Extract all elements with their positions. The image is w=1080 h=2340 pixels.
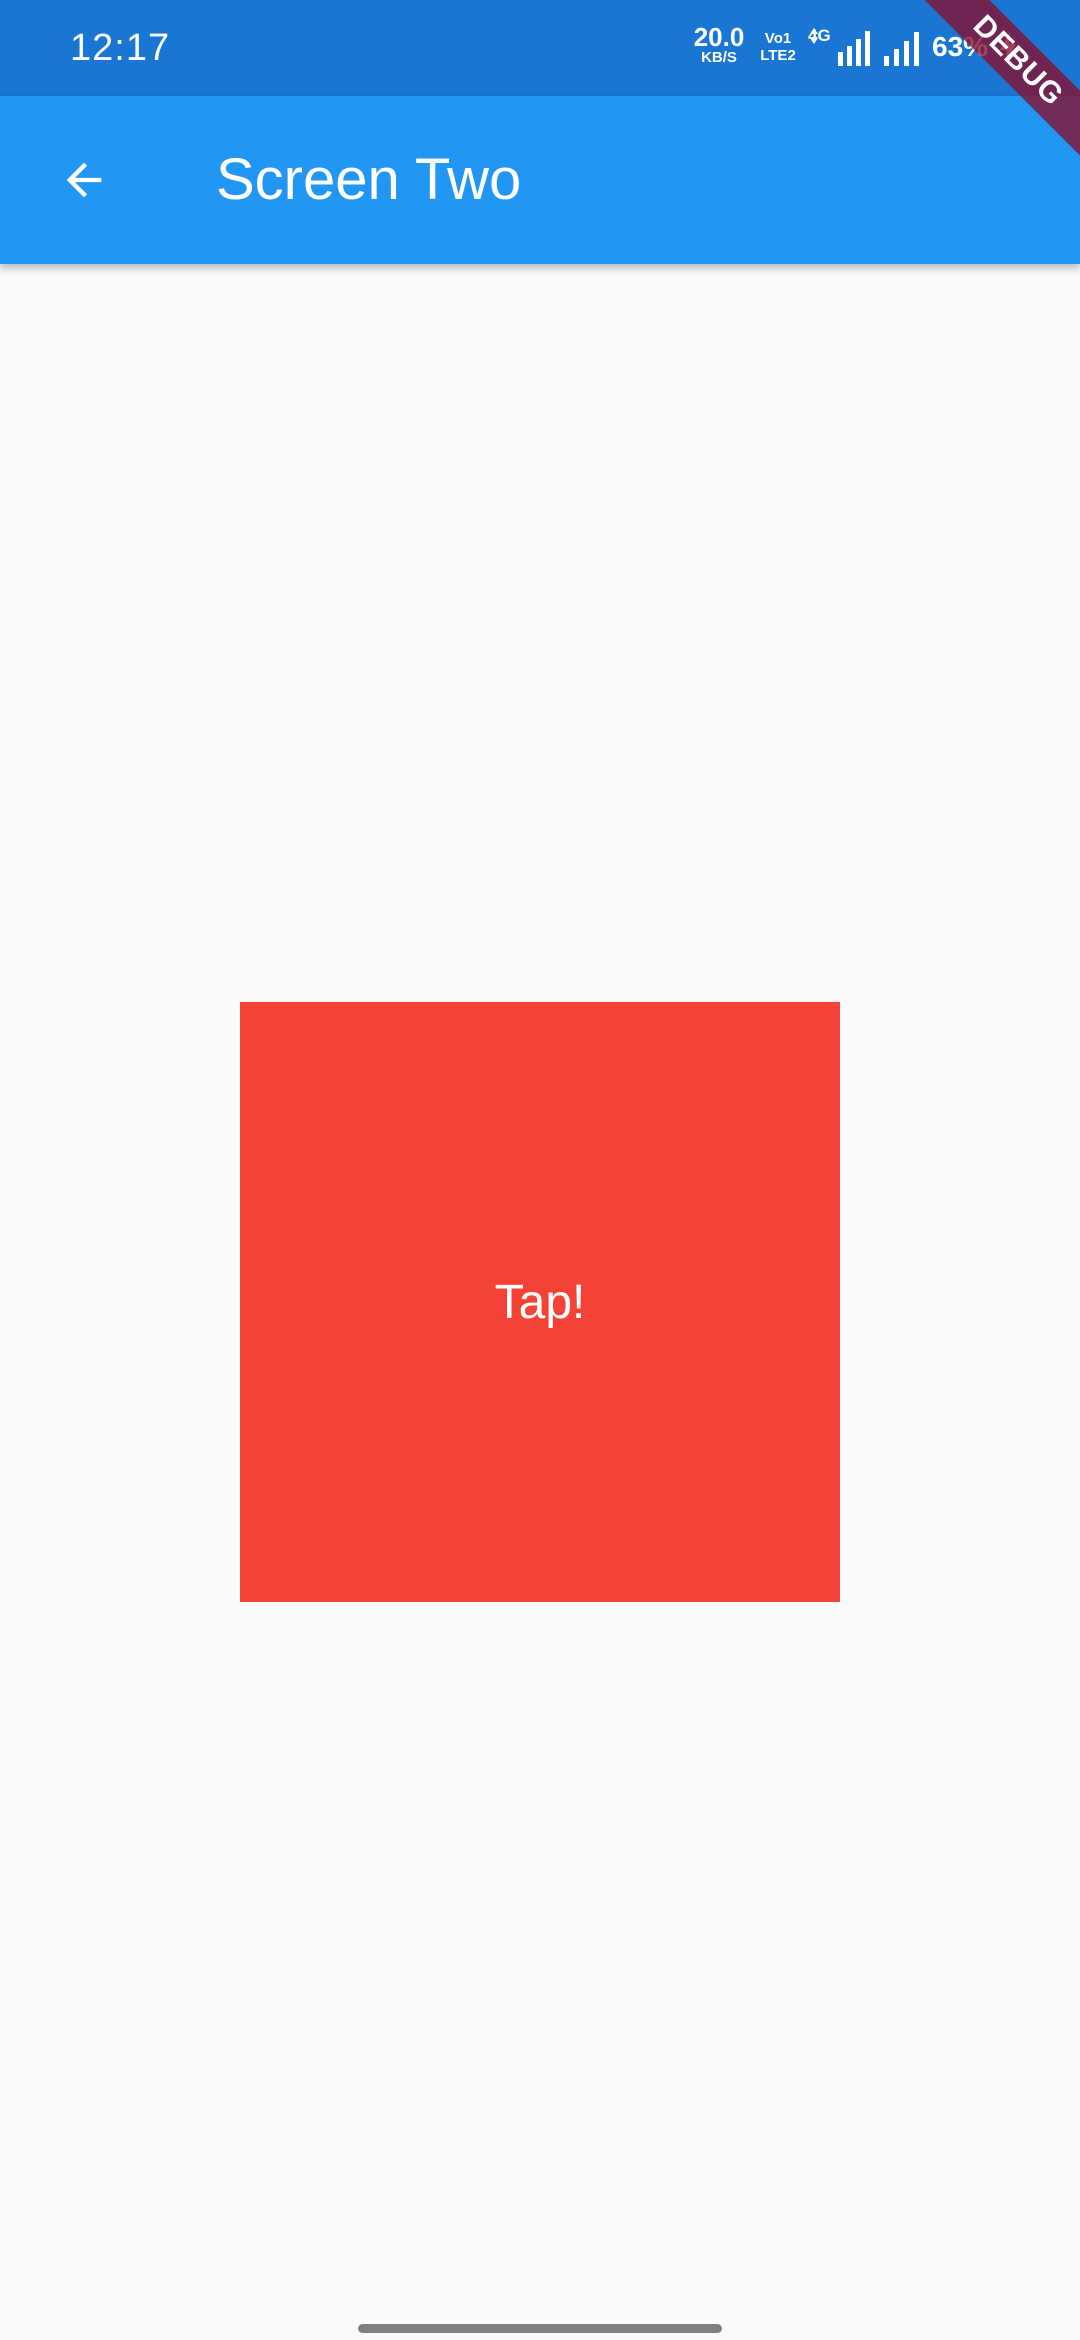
network-speed-value: 20.0 xyxy=(693,22,745,52)
network-speed-unit: KB/S xyxy=(701,49,737,66)
back-button[interactable] xyxy=(36,132,132,228)
volte-label-top: Vo xyxy=(764,30,783,47)
home-indicator[interactable] xyxy=(358,2324,722,2333)
volte-icon: Vo1 LTE2 xyxy=(758,30,798,64)
app-bar: Screen Two xyxy=(0,96,1080,264)
network-speed-indicator: 20.0 KB/S xyxy=(690,24,748,66)
volte-badge-top: 1 xyxy=(782,30,792,47)
arrow-back-icon xyxy=(66,162,102,198)
tap-box[interactable]: Tap! xyxy=(240,1002,840,1602)
volte-badge-bottom: 2 xyxy=(787,47,796,64)
signal-strength-icon xyxy=(882,30,926,66)
tap-box-label: Tap! xyxy=(494,1275,586,1329)
page-title: Screen Two xyxy=(216,147,522,212)
signal-4g-icon: 4G xyxy=(808,26,876,66)
status-bar: 12:17 20.0 KB/S Vo1 LTE2 4G 63% xyxy=(0,0,1080,96)
volte-label-bottom: LTE xyxy=(760,47,788,64)
status-time: 12:17 xyxy=(70,27,171,69)
